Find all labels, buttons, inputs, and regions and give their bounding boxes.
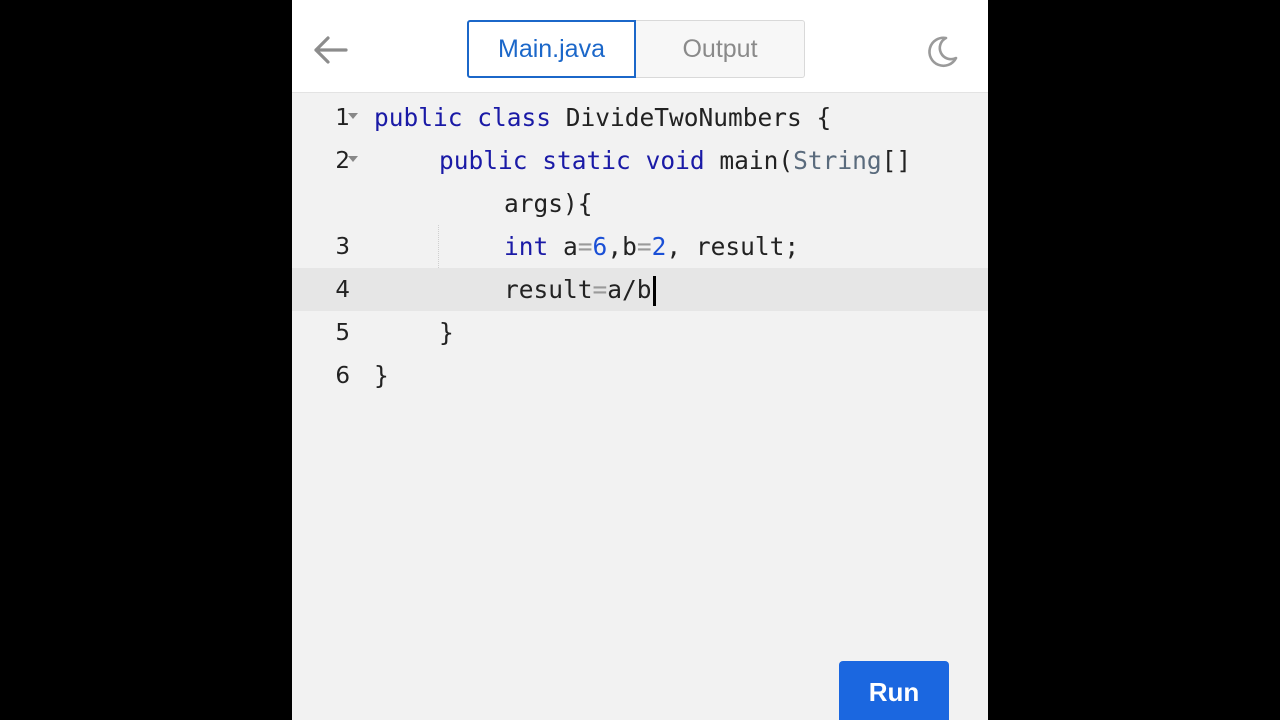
code-text: args){ (504, 189, 593, 218)
line-number: 3 (335, 233, 350, 260)
code-line-wrap: args){ (292, 182, 988, 225)
moon-icon (928, 36, 958, 68)
code-text: } (439, 318, 454, 347)
editor-screen: Main.java Output 1 public class DivideTw… (292, 0, 988, 720)
code-line-current: 4 result=a/b (292, 268, 988, 311)
text-cursor (652, 276, 656, 306)
code-text: public static void main(String[] (439, 146, 912, 175)
code-text: } (374, 361, 389, 390)
fold-arrow-icon[interactable] (348, 156, 358, 162)
line-number: 5 (335, 319, 350, 346)
code-line: 1 public class DivideTwoNumbers { (292, 96, 988, 139)
code-line: 2 public static void main(String[] (292, 139, 988, 182)
line-number: 1 (335, 104, 350, 131)
file-tabs: Main.java Output (467, 20, 805, 78)
line-number: 6 (335, 362, 350, 389)
editor-header: Main.java Output (292, 6, 988, 93)
indent-guide (438, 225, 440, 268)
code-text: public class DivideTwoNumbers { (374, 103, 832, 132)
run-button[interactable]: Run (839, 661, 949, 720)
arrow-left-icon (314, 36, 348, 64)
code-line: 3 int a=6,b=2, result; (292, 225, 988, 268)
code-line: 6 } (292, 354, 988, 397)
line-number: 4 (335, 276, 350, 303)
line-number (292, 182, 350, 225)
code-text: result=a/b (504, 268, 656, 311)
code-text: int a=6,b=2, result; (504, 232, 800, 261)
code-line: 5 } (292, 311, 988, 354)
fold-arrow-icon[interactable] (348, 113, 358, 119)
tab-main-java[interactable]: Main.java (467, 20, 636, 78)
back-button[interactable] (308, 30, 352, 70)
code-editor[interactable]: 1 public class DivideTwoNumbers { 2 publ… (292, 96, 988, 636)
line-number: 2 (335, 147, 350, 174)
tab-output[interactable]: Output (636, 20, 805, 78)
theme-toggle-button[interactable] (920, 30, 964, 74)
